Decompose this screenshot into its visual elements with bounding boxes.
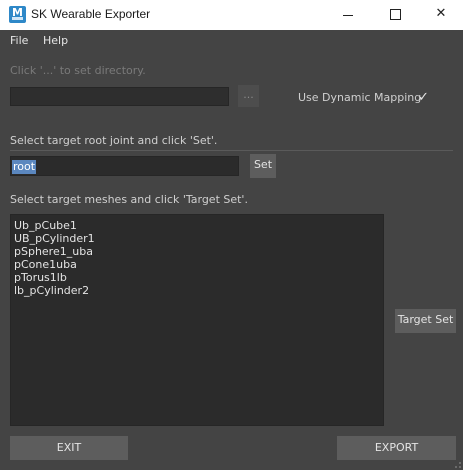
checkmark-icon: ✓: [418, 90, 429, 105]
title-bar[interactable]: M SK Wearable Exporter ✕: [0, 0, 463, 30]
dynamic-mapping-checkbox[interactable]: ✓: [418, 91, 431, 104]
menu-file[interactable]: File: [10, 34, 28, 47]
menu-bar: File Help: [0, 30, 463, 52]
root-joint-field[interactable]: root: [10, 156, 239, 176]
set-root-button[interactable]: Set: [250, 154, 276, 178]
maya-app-icon: M: [9, 6, 26, 23]
exit-button[interactable]: EXIT: [10, 436, 128, 460]
minimize-icon: [343, 15, 353, 16]
list-item[interactable]: pTorus1lb: [14, 271, 67, 284]
browse-directory-button[interactable]: ...: [238, 85, 259, 107]
maximize-icon: [390, 9, 401, 20]
root-joint-value: root: [12, 160, 37, 174]
list-item[interactable]: pSphere1_uba: [14, 245, 93, 258]
root-joint-prompt: Select target root joint and click 'Set'…: [10, 134, 218, 147]
exporter-window: M SK Wearable Exporter ✕ File Help Click…: [0, 0, 463, 470]
list-item[interactable]: Ub_pCube1: [14, 219, 77, 232]
list-item[interactable]: pCone1uba: [14, 258, 77, 271]
window-title: SK Wearable Exporter: [31, 7, 151, 21]
meshes-prompt: Select target meshes and click 'Target S…: [10, 193, 248, 206]
list-item[interactable]: lb_pCylinder2: [14, 284, 89, 297]
section-divider: [10, 150, 453, 151]
directory-hint: Click '...' to set directory.: [10, 64, 146, 77]
close-icon: ✕: [435, 6, 447, 21]
maximize-button[interactable]: [372, 0, 418, 30]
resize-grip[interactable]: [451, 458, 461, 468]
client-area: File Help Click '...' to set directory. …: [0, 30, 463, 470]
mesh-list[interactable]: Ub_pCube1 UB_pCylinder1 pSphere1_uba pCo…: [10, 214, 384, 426]
menu-help[interactable]: Help: [43, 34, 68, 47]
minimize-button[interactable]: [325, 0, 371, 30]
export-button[interactable]: EXPORT: [337, 436, 456, 460]
dynamic-mapping-label: Use Dynamic Mapping: [298, 91, 422, 104]
list-item[interactable]: UB_pCylinder1: [14, 232, 95, 245]
target-set-button[interactable]: Target Set: [395, 309, 456, 333]
directory-field[interactable]: [10, 87, 229, 106]
close-button[interactable]: ✕: [418, 0, 463, 30]
